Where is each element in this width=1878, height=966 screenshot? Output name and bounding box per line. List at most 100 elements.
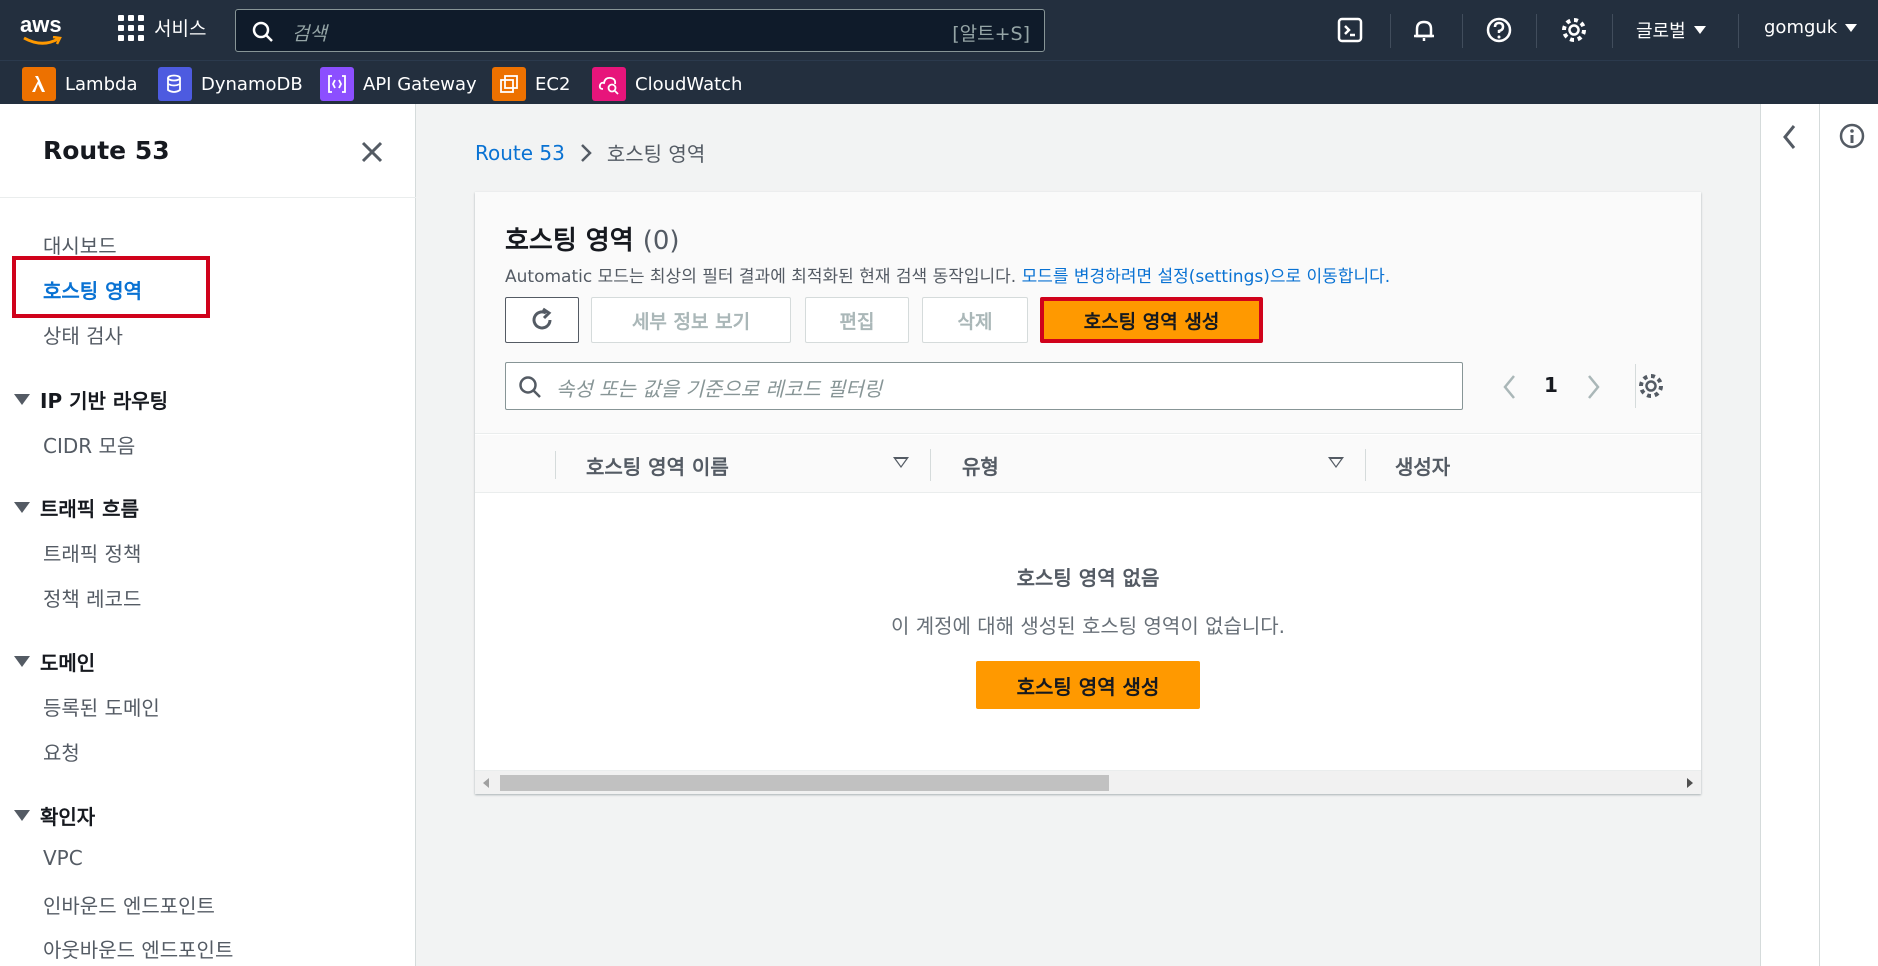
page-title: 호스팅 영역 (0): [505, 226, 680, 256]
sidebar-section-resolver[interactable]: 확인자: [14, 801, 95, 830]
sidebar-section-traffic-flow[interactable]: 트래픽 흐름: [14, 493, 139, 522]
sidebar-item-policy-records[interactable]: 정책 레코드: [43, 583, 141, 612]
aws-logo[interactable]: aws: [20, 10, 70, 48]
nav-divider: [1612, 14, 1613, 48]
bell-icon[interactable]: [1410, 16, 1438, 44]
settings-icon[interactable]: [1637, 372, 1665, 400]
right-rail: [1760, 104, 1878, 966]
filter-placeholder: 속성 또는 값을 기준으로 레코드 필터링: [556, 377, 883, 401]
settings-icon[interactable]: [1560, 16, 1588, 44]
sidebar-item-outbound-endpoints[interactable]: 아웃바운드 엔드포인트: [43, 934, 233, 963]
chevron-right-icon: [580, 143, 592, 162]
nav-divider: [1462, 14, 1463, 48]
search-icon: [252, 21, 273, 42]
column-divider: [930, 449, 931, 481]
zone-count: (0): [642, 226, 680, 256]
panel-description: Automatic 모드는 최상의 필터 결과에 최적화된 현재 검색 동작입니…: [505, 267, 1391, 287]
view-details-button[interactable]: 세부 정보 보기: [591, 297, 791, 343]
nav-divider: [1536, 14, 1537, 48]
api-gateway-icon: [320, 67, 354, 101]
scroll-right-icon[interactable]: [1687, 778, 1693, 788]
info-icon[interactable]: [1838, 122, 1866, 150]
services-label: 서비스: [154, 18, 207, 40]
delete-button[interactable]: 삭제: [922, 297, 1028, 343]
refresh-button[interactable]: [505, 297, 579, 343]
services-menu[interactable]: 서비스: [118, 14, 206, 41]
search-icon: [519, 376, 541, 398]
sort-icon[interactable]: [1328, 457, 1344, 468]
region-selector[interactable]: 글로벌: [1636, 17, 1706, 43]
sidebar-item-health-checks[interactable]: 상태 검사: [43, 320, 123, 349]
sidebar-section-ip-routing[interactable]: IP 기반 라우팅: [14, 385, 168, 414]
sidebar-item-requests[interactable]: 요청: [43, 737, 80, 766]
cloudshell-icon[interactable]: [1336, 16, 1364, 44]
sidebar-divider: [0, 197, 416, 198]
sidebar: Route 53 대시보드 호스팅 영역 상태 검사 IP 기반 라우팅 CID…: [0, 104, 416, 966]
favorite-ec2[interactable]: EC2: [492, 67, 570, 101]
ec2-icon: [492, 67, 526, 101]
breadcrumb-current: 호스팅 영역: [606, 142, 706, 166]
rail-divider: [1819, 104, 1820, 966]
edit-button[interactable]: 편집: [805, 297, 909, 343]
search-placeholder: 검색: [292, 23, 327, 45]
empty-create-hosted-zone-button[interactable]: 호스팅 영역 생성: [976, 661, 1200, 709]
caret-down-icon: [14, 502, 30, 513]
column-divider: [555, 451, 556, 479]
chevron-left-icon[interactable]: [1779, 122, 1801, 152]
user-label: gomguk: [1764, 17, 1838, 38]
chevron-right-icon[interactable]: [1583, 373, 1603, 401]
pager-divider: [1635, 364, 1636, 408]
scrollbar-thumb[interactable]: [500, 775, 1109, 791]
caret-down-icon: [14, 394, 30, 405]
table-header: 호스팅 영역 이름 유형 생성자: [475, 435, 1701, 493]
sidebar-title: Route 53: [43, 136, 170, 165]
favorite-cloudwatch[interactable]: CloudWatch: [592, 67, 742, 101]
empty-state-title: 호스팅 영역 없음: [1016, 566, 1160, 590]
highlight-box: [12, 256, 210, 318]
search-input[interactable]: 검색 [알트+S]: [235, 9, 1045, 52]
sidebar-item-cidr[interactable]: CIDR 모음: [43, 430, 135, 459]
favorite-dynamodb[interactable]: DynamoDB: [158, 67, 303, 101]
horizontal-scrollbar[interactable]: [475, 770, 1701, 794]
sort-icon[interactable]: [893, 457, 909, 468]
chevron-left-icon[interactable]: [1500, 373, 1520, 401]
sidebar-item-inbound-endpoints[interactable]: 인바운드 엔드포인트: [43, 890, 215, 919]
caret-down-icon: [14, 656, 30, 667]
caret-down-icon: [1693, 26, 1706, 34]
caret-down-icon: [14, 810, 30, 821]
breadcrumb-root[interactable]: Route 53: [475, 141, 565, 165]
column-divider: [1365, 449, 1366, 481]
column-header-created-by[interactable]: 생성자: [1395, 451, 1450, 480]
hosted-zones-panel: 호스팅 영역 (0) Automatic 모드는 최상의 필터 결과에 최적화된…: [475, 192, 1701, 794]
region-label: 글로벌: [1636, 21, 1686, 42]
settings-link[interactable]: 모드를 변경하려면 설정(settings)으로 이동합니다.: [1022, 267, 1391, 287]
panel-header: 호스팅 영역 (0) Automatic 모드는 최상의 필터 결과에 최적화된…: [475, 192, 1701, 434]
top-navigation: aws 서비스 검색 [알트+S] 글로벌 gomguk: [0, 0, 1878, 60]
sidebar-item-traffic-policy[interactable]: 트래픽 정책: [43, 538, 141, 567]
sidebar-item-vpc[interactable]: VPC: [43, 846, 83, 870]
sidebar-item-registered-domains[interactable]: 등록된 도메인: [43, 692, 160, 721]
scroll-left-icon[interactable]: [483, 778, 489, 788]
dynamodb-icon: [158, 67, 192, 101]
page-number[interactable]: 1: [1544, 373, 1558, 397]
create-hosted-zone-button[interactable]: 호스팅 영역 생성: [1040, 297, 1263, 343]
column-header-type[interactable]: 유형: [962, 451, 999, 480]
sidebar-item-dashboard[interactable]: 대시보드: [43, 230, 117, 259]
empty-state-description: 이 계정에 대해 생성된 호스팅 영역이 없습니다.: [890, 614, 1286, 638]
favorite-lambda[interactable]: Lambda: [22, 67, 137, 101]
user-menu[interactable]: gomguk: [1764, 17, 1858, 38]
filter-input[interactable]: 속성 또는 값을 기준으로 레코드 필터링: [505, 362, 1463, 410]
search-shortcut: [알트+S]: [952, 23, 1030, 45]
close-icon[interactable]: [358, 138, 386, 166]
favorites-bar: Lambda DynamoDB API Gateway EC2 CloudWat…: [0, 60, 1878, 104]
caret-down-icon: [1845, 23, 1858, 32]
help-icon[interactable]: [1485, 16, 1513, 44]
lambda-icon: [22, 67, 56, 101]
sidebar-section-domains[interactable]: 도메인: [14, 647, 95, 676]
grid-icon: [118, 14, 144, 41]
column-header-name[interactable]: 호스팅 영역 이름: [586, 451, 729, 480]
cloudwatch-icon: [592, 67, 626, 101]
nav-divider: [1390, 14, 1391, 48]
refresh-icon: [532, 307, 552, 330]
favorite-api-gateway[interactable]: API Gateway: [320, 67, 477, 101]
